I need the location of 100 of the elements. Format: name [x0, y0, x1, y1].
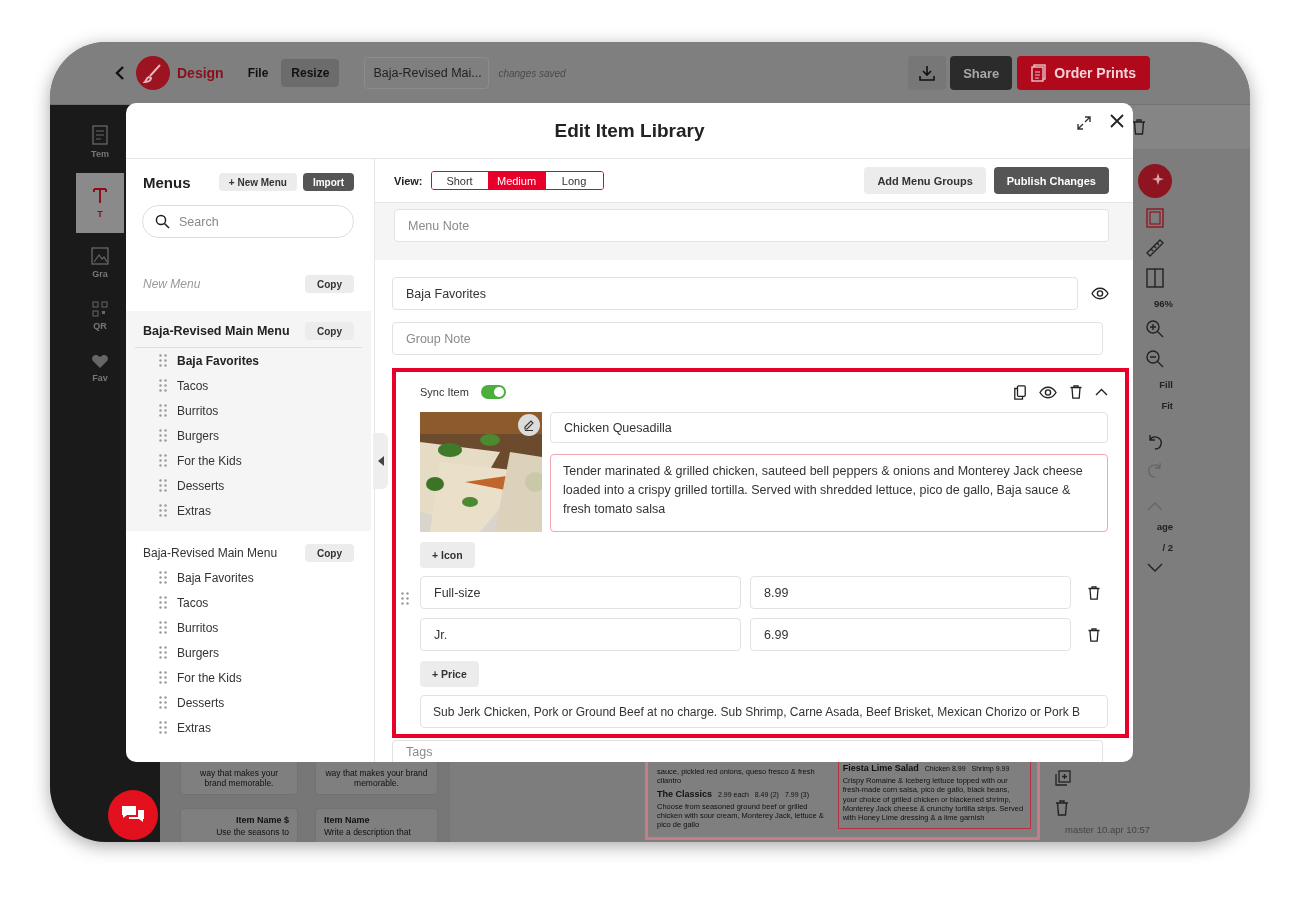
- menu-group-item[interactable]: Desserts: [177, 695, 225, 710]
- menu-name[interactable]: Baja-Revised Main Menu: [143, 324, 290, 338]
- price-field[interactable]: 6.99: [750, 618, 1071, 651]
- view-tab[interactable]: Medium: [488, 172, 546, 189]
- download-button[interactable]: [908, 56, 947, 90]
- group-note-field[interactable]: Group Note: [392, 322, 1103, 355]
- menu-group-item[interactable]: For the Kids: [177, 453, 242, 468]
- menu-group-item[interactable]: For the Kids: [177, 670, 242, 685]
- drag-handle-icon[interactable]: [159, 696, 167, 709]
- page-down-icon[interactable]: [1147, 563, 1163, 573]
- search-field[interactable]: Search: [142, 205, 354, 238]
- add-price-button[interactable]: + Price: [420, 661, 479, 687]
- search-icon: [155, 214, 170, 229]
- sync-item-label: Sync Item: [420, 386, 469, 398]
- sidebar-item[interactable]: Tem: [76, 117, 124, 167]
- price-size-field[interactable]: Jr.: [420, 618, 741, 651]
- new-menu-button[interactable]: + New Menu: [218, 173, 297, 191]
- menu-group-item[interactable]: Burgers: [177, 428, 220, 443]
- drag-handle-icon[interactable]: [401, 592, 409, 605]
- add-icon-button[interactable]: + Icon: [420, 542, 475, 568]
- fill-button[interactable]: Fill: [1159, 379, 1175, 390]
- columns-icon[interactable]: [1146, 268, 1164, 288]
- trash-icon[interactable]: [1088, 627, 1100, 642]
- menus-heading: Menus: [143, 173, 192, 191]
- drag-handle-icon[interactable]: [159, 379, 167, 392]
- qr-code-icon: [92, 301, 108, 317]
- import-button[interactable]: Import: [302, 173, 354, 191]
- frame-icon[interactable]: [1146, 208, 1164, 228]
- menu-group-item[interactable]: Tacos: [177, 378, 209, 393]
- back-icon[interactable]: [115, 65, 125, 81]
- eye-icon[interactable]: [1091, 287, 1109, 300]
- sync-toggle[interactable]: [480, 385, 506, 399]
- ruler-icon[interactable]: [1145, 238, 1165, 258]
- zoom-in-icon[interactable]: [1145, 319, 1165, 339]
- drag-handle-icon[interactable]: [159, 454, 167, 467]
- sidebar-item[interactable]: Gra: [76, 239, 124, 287]
- add-menu-groups-button[interactable]: Add Menu Groups: [864, 167, 986, 194]
- share-button[interactable]: Share: [950, 56, 1013, 90]
- menu-group-item[interactable]: Extras: [177, 503, 211, 518]
- collapse-handle[interactable]: [373, 433, 388, 489]
- copy-button[interactable]: Copy: [305, 322, 354, 340]
- sidebar-item[interactable]: QR: [76, 293, 124, 339]
- sparkle-button-icon[interactable]: [1138, 164, 1172, 198]
- drag-handle-icon[interactable]: [159, 479, 167, 492]
- price-size-field[interactable]: Full-size: [420, 576, 741, 609]
- close-icon[interactable]: [1110, 114, 1124, 128]
- eye-icon[interactable]: [1039, 385, 1057, 399]
- trash-icon[interactable]: [1088, 585, 1100, 600]
- menu-group-item[interactable]: Burritos: [177, 620, 219, 635]
- copy-icon[interactable]: [1014, 384, 1026, 400]
- fit-button[interactable]: Fit: [1161, 400, 1175, 411]
- copy-button[interactable]: Copy: [305, 544, 354, 562]
- template-card[interactable]: Item Name Write a description that: [315, 808, 438, 842]
- drag-handle-icon[interactable]: [159, 504, 167, 517]
- menu-group-item[interactable]: Desserts: [177, 478, 225, 493]
- view-label: View:: [394, 174, 423, 187]
- collapse-chevron-icon[interactable]: [1095, 388, 1108, 396]
- drag-handle-icon[interactable]: [159, 429, 167, 442]
- drag-handle-icon[interactable]: [159, 721, 167, 734]
- trash-icon[interactable]: [1070, 385, 1082, 399]
- pencil-icon: [523, 419, 535, 431]
- menu-name[interactable]: Baja-Revised Main Menu: [143, 546, 278, 560]
- menu-group-item[interactable]: Burgers: [177, 645, 220, 660]
- menu-button[interactable]: File: [237, 59, 279, 87]
- item-description-field[interactable]: Tender marinated & grilled chicken, sauteed bell peppers & onions and Monterey Jack cheese loaded into a crispy grilled tortilla. Served with shredded lettuce, pico de gallo, Baja sauce & fresh tomato salsa: [550, 454, 1108, 532]
- menu-group-item[interactable]: Tacos: [177, 595, 209, 610]
- zoom-out-icon[interactable]: [1145, 349, 1165, 369]
- menu-group-item[interactable]: Baja Favorites: [177, 570, 254, 585]
- item-name-field[interactable]: Chicken Quesadilla: [550, 412, 1108, 443]
- trash-icon[interactable]: [1132, 119, 1146, 135]
- expand-icon[interactable]: [1077, 116, 1091, 130]
- group-name-field[interactable]: Baja Favorites: [392, 277, 1078, 310]
- copy-button[interactable]: Copy: [305, 275, 354, 293]
- price-field[interactable]: 8.99: [750, 576, 1071, 609]
- menu-group-item[interactable]: Extras: [177, 720, 211, 735]
- order-prints-button[interactable]: Order Prints: [1017, 56, 1150, 90]
- download-icon: [918, 64, 937, 82]
- zoom-level: 96%: [1154, 298, 1174, 309]
- tags-field[interactable]: Tags: [392, 740, 1103, 762]
- document-name-field[interactable]: Baja-Revised Mai...: [364, 57, 490, 89]
- menu-group-item[interactable]: Baja Favorites: [177, 353, 260, 368]
- drag-handle-icon[interactable]: [159, 571, 167, 584]
- drag-handle-icon[interactable]: [159, 354, 167, 367]
- drag-handle-icon[interactable]: [159, 671, 167, 684]
- menu-button[interactable]: Resize: [281, 59, 340, 87]
- template-card[interactable]: Item Name $ Use the seasons to: [180, 808, 298, 842]
- item-note-field[interactable]: Sub Jerk Chicken, Pork or Ground Beef at no charge. Sub Shrimp, Carne Asada, Beef Brisket, Mexican Chorizo or Pork B: [420, 695, 1108, 728]
- view-tab[interactable]: Short: [431, 172, 489, 189]
- menu-group-item[interactable]: Burritos: [177, 403, 219, 418]
- menu-item-name: Fiesta Lime Salad: [842, 763, 919, 774]
- drag-handle-icon[interactable]: [159, 621, 167, 634]
- drag-handle-icon[interactable]: [159, 646, 167, 659]
- text-icon: [91, 187, 109, 205]
- menu-note-field[interactable]: Menu Note: [394, 209, 1109, 242]
- undo-icon[interactable]: [1146, 433, 1164, 451]
- add-page-icon[interactable]: [1055, 770, 1071, 786]
- drag-handle-icon[interactable]: [159, 404, 167, 417]
- drag-handle-icon[interactable]: [159, 596, 167, 609]
- publish-changes-button[interactable]: Publish Changes: [993, 167, 1109, 194]
- sidebar-item[interactable]: Fav: [76, 345, 124, 391]
